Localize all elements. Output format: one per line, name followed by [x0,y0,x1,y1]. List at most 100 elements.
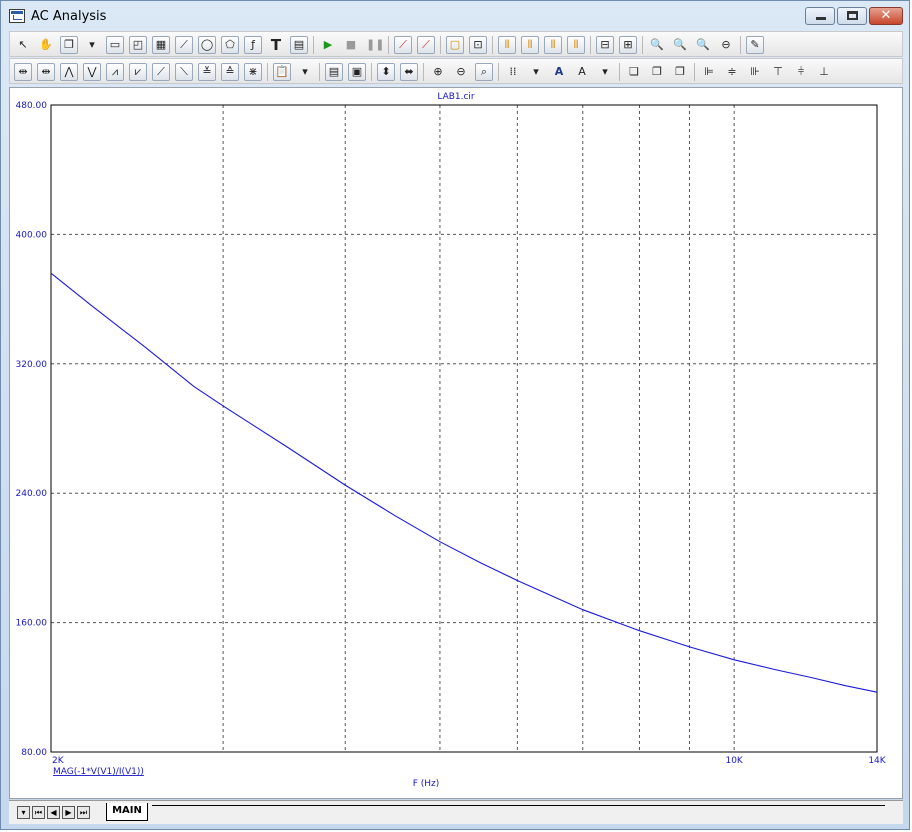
horizontal-tag-icon[interactable]: ⊟ [596,36,614,54]
y-tick-label: 80.00 [21,748,47,758]
first-tab-button[interactable]: ⏮ [32,806,45,819]
cursor-valley-icon[interactable]: ⦀ [544,36,562,54]
ac-analysis-window: AC Analysis ✕ ↖ ✋ ❐ ▾ ▭ ◰ ▦ ⟋ ◯ ⬠ ƒ T ▤ … [0,0,910,830]
horizontal-scroll-track[interactable] [152,805,885,806]
ellipse-icon[interactable]: ◯ [198,36,216,54]
close-icon: ✕ [880,8,892,23]
cursor-mode-icon[interactable]: ⦀ [498,36,516,54]
toolbar-separator [313,36,314,54]
data-points-icon[interactable]: ⊡ [469,36,487,54]
toolbar-separator [492,36,493,54]
pan-hand-icon[interactable]: ✋ [37,36,55,54]
toolbar-separator [619,63,620,81]
align-right-icon[interactable]: ⊪ [746,63,764,81]
font-color-icon[interactable]: A [573,63,591,81]
x-tick-label: 14K [868,756,886,766]
scale-icon[interactable]: ▭ [106,36,124,54]
cursor-left-icon[interactable]: ⇹ [14,63,32,81]
x-axis-label: F (Hz) [413,779,440,789]
ac-analysis-chart[interactable]: 80.00 160.00 240.00 320.00 400.00 480.00 2K 10K… [10,88,902,798]
next-tab-button[interactable]: ▶ [62,806,75,819]
valley-icon[interactable]: ⋁ [83,63,101,81]
plot-border [50,104,878,753]
zoom-out-icon[interactable]: 🔍 [671,36,689,54]
frame-icon[interactable]: ▢ [446,36,464,54]
trace-expression-label[interactable]: MAG(-1*V(V1)/I(V1)) [53,767,144,777]
plot-area[interactable]: LAB1.cir 80.00 160.00 240.00 320.00 400.00 48… [9,87,903,799]
cursor-slope-icon[interactable]: ⦀ [567,36,585,54]
top-icon[interactable]: ⋇ [244,63,262,81]
grid-dots-icon[interactable]: ⁞⁞ [504,63,522,81]
inflection-icon[interactable]: ⟍ [175,63,193,81]
cursor-peak-icon[interactable]: ⦀ [521,36,539,54]
cursor-right-icon[interactable]: ⇹ [37,63,55,81]
group-icon[interactable]: ❐ [671,63,689,81]
dropdown-arrow-icon[interactable]: ▾ [83,36,101,54]
point-tag-icon[interactable]: ⊞ [619,36,637,54]
grid-dropdown-icon[interactable]: ▾ [527,63,545,81]
align-bottom-icon[interactable]: ⊥ [815,63,833,81]
zoom-in-icon[interactable]: 🔍 [648,36,666,54]
properties-icon[interactable]: ▤ [290,36,308,54]
close-button[interactable]: ✕ [869,7,903,25]
copy-icon[interactable]: ❐ [60,36,78,54]
font-icon[interactable]: A [550,63,568,81]
magnify-minus-icon[interactable]: ⊖ [452,63,470,81]
trace-scale-icon[interactable]: ⟋ [417,36,435,54]
paste-dropdown-icon[interactable]: ▾ [296,63,314,81]
paste-icon[interactable]: 📋 [273,63,291,81]
text-icon[interactable]: T [267,36,285,54]
series-line[interactable] [50,272,878,693]
tab-dropdown-button[interactable]: ▾ [17,806,30,819]
send-back-icon[interactable]: ❐ [648,63,666,81]
high-icon[interactable]: ⩘ [106,63,124,81]
select-arrow-icon[interactable]: ↖ [14,36,32,54]
y-tick-label: 400.00 [16,230,48,240]
align-center-icon[interactable]: ≑ [723,63,741,81]
toolbar-separator [319,63,320,81]
fit-horizontal-icon[interactable]: ⬍ [377,63,395,81]
zoom-region-icon[interactable]: ◰ [129,36,147,54]
y-tick-label: 320.00 [16,360,48,370]
align-middle-icon[interactable]: ⫩ [792,63,810,81]
stop-icon[interactable]: ■ [342,36,360,54]
toolbar-separator [371,63,372,81]
toolbar-separator [740,36,741,54]
tab-main[interactable]: MAIN [106,803,148,821]
edit-properties-icon[interactable]: ✎ [746,36,764,54]
bring-front-icon[interactable]: ❏ [625,63,643,81]
fit-vertical-icon[interactable]: ⬌ [400,63,418,81]
magnify-region-icon[interactable]: ⌕ [475,63,493,81]
y-tick-label: 240.00 [16,489,48,499]
maximize-button[interactable] [837,7,867,25]
minimize-button[interactable] [805,7,835,25]
polygon-icon[interactable]: ⬠ [221,36,239,54]
table-icon[interactable]: ▤ [325,63,343,81]
numeric-output-icon[interactable]: ▣ [348,63,366,81]
global-low-icon[interactable]: ≙ [221,63,239,81]
zoom-fit-icon[interactable]: 🔍 [694,36,712,54]
pause-icon[interactable]: ❚❚ [365,36,384,54]
low-icon[interactable]: ⩗ [129,63,147,81]
y-tick-label: 480.00 [16,101,48,111]
align-left-icon[interactable]: ⊫ [700,63,718,81]
magnify-plus-icon[interactable]: ⊕ [429,63,447,81]
last-tab-button[interactable]: ⏭ [77,806,90,819]
toolbar-separator [423,63,424,81]
font-dropdown-icon[interactable]: ▾ [596,63,614,81]
toolbar-separator [642,36,643,54]
zoom-reset-icon[interactable]: ⊖ [717,36,735,54]
line-icon[interactable]: ⟋ [175,36,193,54]
peak-icon[interactable]: ⋀ [60,63,78,81]
align-top-icon[interactable]: ⊤ [769,63,787,81]
grid-icon[interactable]: ▦ [152,36,170,54]
prev-tab-button[interactable]: ◀ [47,806,60,819]
formula-icon[interactable]: ƒ [244,36,262,54]
run-icon[interactable]: ▶ [319,36,337,54]
app-icon [9,9,25,23]
slope-icon[interactable]: ⟋ [152,63,170,81]
title-bar[interactable]: AC Analysis ✕ [1,1,909,31]
global-high-icon[interactable]: ≚ [198,63,216,81]
trace-plot-icon[interactable]: ⟋ [394,36,412,54]
window-title: AC Analysis [31,9,107,24]
